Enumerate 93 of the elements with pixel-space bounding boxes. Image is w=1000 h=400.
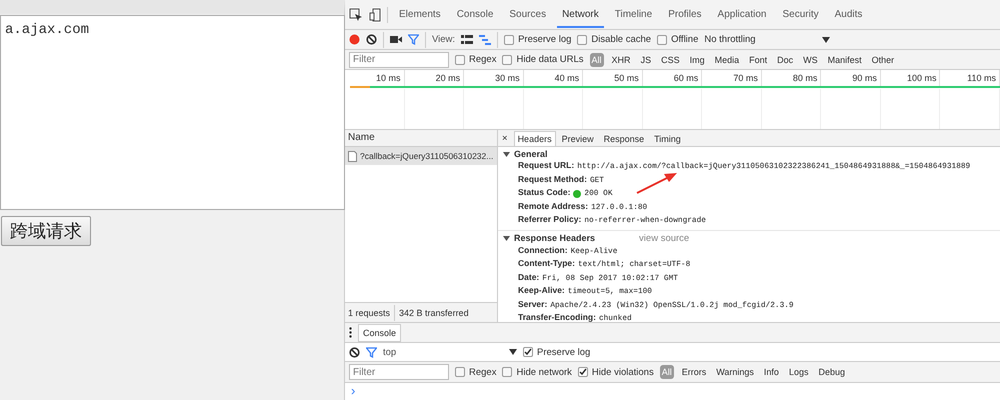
type-filter[interactable]: Doc	[775, 52, 796, 66]
cross-domain-request-button[interactable]: 跨域请求	[1, 216, 91, 246]
filter-field[interactable]: Filter	[349, 364, 449, 380]
inspect-icon[interactable]	[349, 8, 363, 22]
level-filter[interactable]: Info	[762, 365, 781, 379]
status-dot	[573, 190, 582, 198]
summary-text: 342 B transferred	[399, 308, 469, 318]
devtools-tab[interactable]: Network	[557, 1, 604, 28]
console-prompt[interactable]: ›	[345, 381, 362, 400]
type-filter[interactable]: WS	[801, 52, 820, 66]
checkbox[interactable]	[455, 367, 465, 377]
type-filter[interactable]: Other	[870, 52, 896, 66]
type-filter[interactable]: Media	[712, 52, 742, 66]
waterfall-view-icon[interactable]	[479, 34, 492, 44]
clear-icon[interactable]	[366, 34, 377, 45]
text-area[interactable]: a.ajax.com	[0, 15, 345, 210]
dropdown-arrow-icon[interactable]	[822, 36, 830, 42]
header-name: Status Code:	[518, 187, 570, 198]
devtools-tab[interactable]: Console	[452, 1, 498, 28]
checkbox-label: Offline	[671, 34, 698, 45]
checkbox-label: Hide network	[516, 366, 572, 378]
type-filter[interactable]: XHR	[610, 52, 633, 66]
header-name: Keep-Alive:	[518, 285, 565, 296]
more-icon[interactable]	[349, 327, 352, 338]
context-select[interactable]: top	[383, 346, 503, 358]
checkbox[interactable]	[504, 34, 514, 44]
level-filter[interactable]: Logs	[786, 365, 810, 379]
list-view-icon[interactable]	[461, 34, 474, 44]
header-name: Referrer Policy:	[518, 214, 582, 226]
detail-tab[interactable]: Timing	[650, 131, 685, 146]
header-name: Connection:	[518, 244, 568, 256]
throttling-select[interactable]: No throttling	[704, 34, 756, 45]
level-filter[interactable]: Warnings	[714, 365, 756, 379]
level-filter[interactable]: Debug	[816, 365, 847, 379]
triangle-icon[interactable]	[503, 234, 510, 242]
checkbox-label: Regex	[469, 54, 496, 65]
checkbox[interactable]	[577, 34, 588, 44]
devtools-tab[interactable]: Audits	[830, 1, 868, 28]
checkbox[interactable]	[657, 34, 668, 44]
type-filter[interactable]: Img	[688, 52, 707, 66]
drawer-tab[interactable]: Console	[358, 324, 402, 342]
checkbox[interactable]	[455, 54, 465, 64]
view-source-link[interactable]: view source	[639, 232, 690, 244]
record-icon[interactable]	[349, 34, 360, 45]
type-filter[interactable]: CSS	[659, 52, 682, 66]
checkbox[interactable]	[502, 54, 512, 64]
header-name: Request Method:	[518, 174, 587, 185]
checkbox[interactable]	[578, 367, 588, 377]
checkbox-label: Hide violations	[592, 366, 654, 378]
level-filter[interactable]: Errors	[680, 365, 708, 379]
devtools-tab[interactable]: Application	[712, 1, 772, 28]
header-name: Request URL:	[518, 160, 574, 172]
header-name: Content-Type:	[518, 258, 575, 270]
checkbox-label: Disable cache	[591, 34, 652, 45]
close-icon[interactable]: ×	[502, 132, 508, 144]
checkbox-label: Preserve log	[518, 34, 572, 45]
header-name: Date:	[518, 272, 540, 283]
checkbox[interactable]	[502, 367, 512, 377]
filter-field[interactable]: Filter	[349, 52, 449, 68]
view-label: View:	[432, 34, 456, 45]
device-icon[interactable]	[369, 8, 381, 22]
devtools-tab[interactable]: Elements	[394, 1, 446, 28]
header-name: Server:	[518, 298, 548, 310]
devtools-tab[interactable]: Sources	[504, 1, 552, 28]
devtools-tab[interactable]: Security	[777, 1, 824, 28]
annotation-arrow	[636, 172, 678, 194]
filter-icon[interactable]	[408, 34, 419, 45]
checkbox-label: Preserve log	[537, 346, 590, 358]
detail-tab[interactable]: Preview	[558, 131, 598, 146]
summary-text: 1 requests	[348, 308, 390, 318]
type-filter[interactable]: Manifest	[826, 52, 864, 66]
checkbox[interactable]	[523, 347, 533, 357]
clear-icon[interactable]	[349, 346, 360, 358]
checkbox-label: Regex	[469, 366, 496, 378]
filter-icon[interactable]	[366, 346, 377, 358]
checkbox-label: Hide data URLs	[516, 54, 584, 65]
triangle-icon[interactable]	[503, 150, 510, 158]
section-title[interactable]: General	[514, 149, 548, 159]
devtools-tab[interactable]: Timeline	[610, 1, 658, 28]
detail-tab[interactable]: Headers	[514, 131, 556, 146]
detail-tab[interactable]: Response	[600, 131, 648, 146]
header-name: Transfer-Encoding:	[518, 312, 596, 324]
section-title[interactable]: Response Headers	[514, 233, 596, 243]
file-icon	[348, 150, 357, 162]
type-filter[interactable]: Font	[747, 52, 770, 66]
header-name: Remote Address:	[518, 200, 588, 212]
request-row[interactable]: ?callback=jQuery3110506310232...	[345, 147, 497, 165]
camera-icon[interactable]	[390, 35, 402, 44]
devtools-tab[interactable]: Profiles	[663, 1, 707, 28]
dropdown-arrow-icon[interactable]	[509, 349, 517, 355]
column-header: Name	[345, 130, 497, 147]
type-filter[interactable]: JS	[638, 52, 654, 66]
request-name: ?callback=jQuery3110506310232...	[360, 151, 494, 161]
